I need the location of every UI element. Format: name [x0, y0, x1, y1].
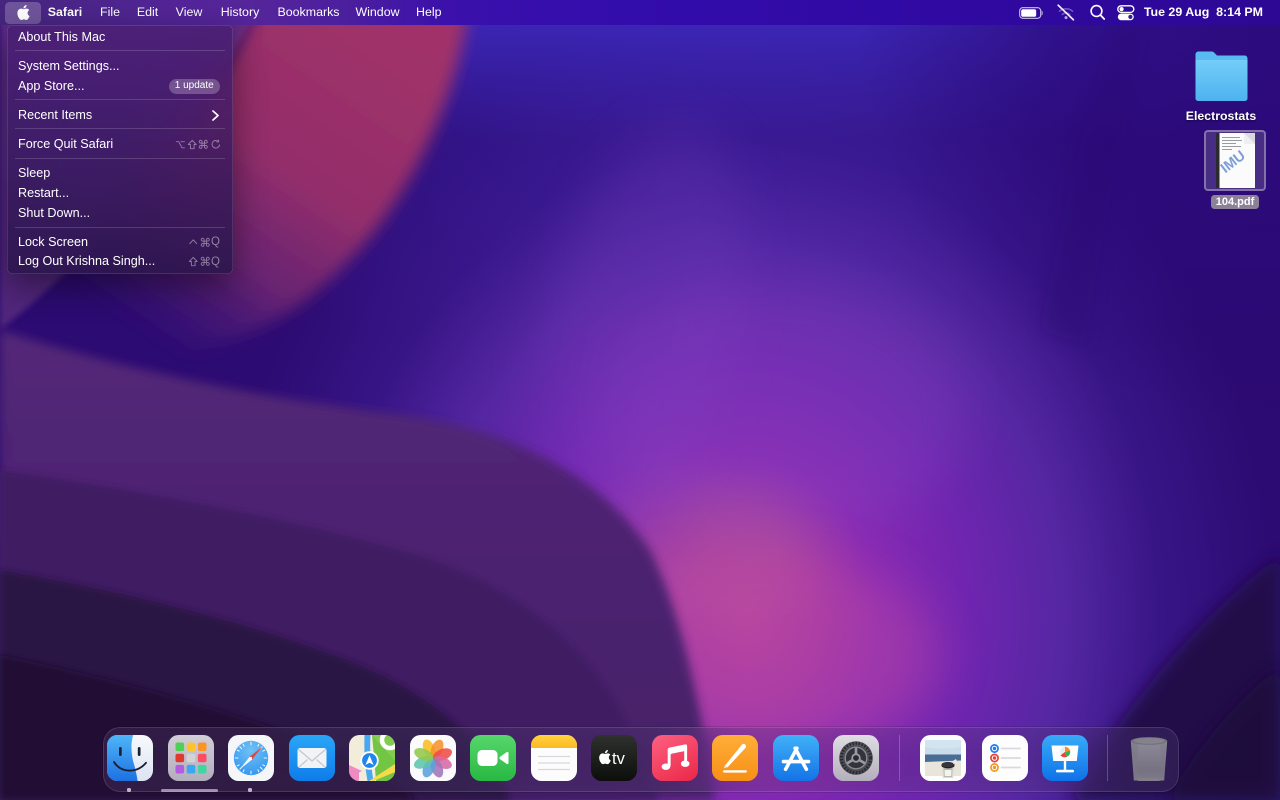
svg-text:tv: tv: [612, 750, 626, 768]
